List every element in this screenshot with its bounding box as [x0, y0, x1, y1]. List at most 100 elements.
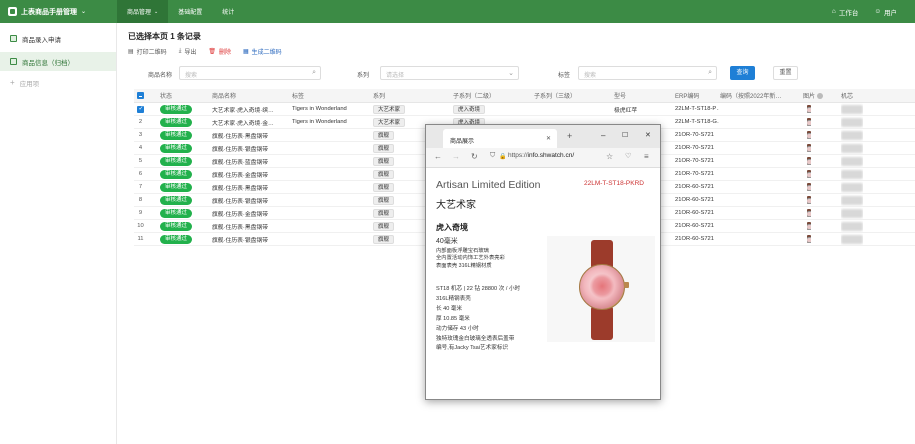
status-badge: 审核通过 [160, 156, 193, 166]
print-qr-button[interactable]: ▤ 打印二维码 [128, 47, 167, 56]
maximize-button[interactable]: ☐ [622, 131, 628, 139]
header-image[interactable]: 图片 [803, 89, 824, 102]
header-model[interactable]: 型号 [614, 89, 626, 102]
header-series[interactable]: 系列 [373, 89, 385, 102]
delete-button[interactable]: 🗑 删除 [208, 47, 231, 56]
status-cell: 审核通过 [160, 233, 193, 245]
image-cell[interactable] [807, 103, 811, 115]
new-tab-button[interactable]: + [567, 131, 572, 141]
topnav-statistics[interactable]: 统计 [212, 0, 244, 23]
info-icon [817, 92, 824, 99]
mechanism-cell [841, 207, 863, 219]
browser-tab[interactable]: 商品展示 ✕ [443, 129, 557, 148]
select-all-checkbox[interactable] [137, 89, 144, 102]
forward-icon[interactable]: → [452, 152, 460, 161]
tag-cell: Tigers in Wonderland [292, 106, 347, 112]
image-cell[interactable] [807, 129, 811, 141]
app-brand[interactable]: 上表商品手册管理 ⌄ [0, 7, 117, 17]
series-tag: 大艺术家 [373, 117, 406, 127]
header-status[interactable]: 状态 [160, 89, 172, 102]
image-cell[interactable] [807, 181, 811, 193]
redacted-value [841, 104, 863, 114]
edition-heading: Artisan Limited Edition [436, 179, 541, 191]
status-badge: 审核通过 [160, 117, 193, 127]
mechanism-cell [841, 103, 863, 115]
minimize-button[interactable]: – [601, 131, 605, 140]
image-cell[interactable] [807, 220, 811, 232]
header-name[interactable]: 商品名称 [212, 89, 236, 102]
image-cell[interactable] [807, 142, 811, 154]
header-sub2[interactable]: 子系列（三级） [534, 89, 576, 102]
filter-tag-label: 标签 [558, 73, 571, 79]
status-badge: 审核通过 [160, 104, 193, 114]
back-icon[interactable]: ← [434, 152, 442, 161]
series-tag: 旗舰 [373, 182, 395, 192]
user-icon: ☺ [874, 8, 881, 15]
user-menu[interactable]: ☺ 用户 [874, 7, 897, 17]
image-cell[interactable] [807, 116, 811, 128]
header-erp[interactable]: ERP编码 [675, 89, 699, 102]
image-cell[interactable] [807, 233, 811, 245]
mechanism-cell [841, 116, 863, 128]
redacted-value [841, 182, 863, 192]
url-field[interactable]: https://info.shwatch.cn/ [508, 152, 598, 164]
star-icon[interactable]: ☆ [606, 152, 613, 161]
generate-qr-button[interactable]: ▦ 生成二维码 [243, 47, 282, 56]
watch-thumbnail-icon [807, 157, 811, 165]
header-code[interactable]: 编码（按照2022年新… [720, 89, 800, 102]
reset-button[interactable]: 重置 [773, 66, 798, 80]
reload-icon[interactable]: ↻ [471, 152, 478, 161]
watch-thumbnail-icon [807, 170, 811, 178]
image-cell[interactable] [807, 155, 811, 167]
erp-cell: 21OR-60-S721 [675, 184, 714, 190]
filter-tag-input[interactable]: 搜索 ⌕ [578, 66, 717, 80]
header-tag[interactable]: 标签 [292, 89, 304, 102]
series-cell: 旗舰 [373, 142, 395, 154]
row-index: 3 [138, 132, 143, 138]
image-cell[interactable] [807, 194, 811, 206]
sidebar-item-product-entry[interactable]: 商品录入申请 [0, 29, 116, 48]
erp-cell: 21OR-70-S721 [675, 171, 714, 177]
header-mechanism[interactable]: 机芯 [841, 89, 853, 102]
product-specs: ST18 机芯 | 22 钻 28800 次 / 小时 316L精钢表壳 长 4… [436, 286, 521, 352]
workspace-link[interactable]: ⌂ 工作台 [832, 7, 858, 17]
query-button[interactable]: 查询 [730, 66, 755, 80]
sidebar-item-product-info[interactable]: 商品信息（归档） [0, 52, 116, 71]
watch-thumbnail-icon [807, 131, 811, 139]
status-cell: 审核通过 [160, 220, 193, 232]
topnav-basic-config[interactable]: 基础配置 [168, 0, 212, 23]
redacted-value [841, 195, 863, 205]
product-watch-image [547, 236, 655, 342]
sidebar-item-add-app[interactable]: + 应用项 [0, 73, 116, 92]
erp-cell: 21OR-70-S721 [675, 145, 714, 151]
filter-series-select[interactable]: 请选择 ⌄ [380, 66, 519, 80]
product-preview-window: 商品展示 ✕ + – ☐ ✕ ← → ↻ ⛉ 🔒 https://info.sh… [425, 124, 661, 400]
topnav-product-management[interactable]: 商品管理 ⌄ [117, 0, 169, 23]
name-cell: 旗舰·住历表·黑盘钢带 [212, 185, 269, 192]
row-index: 11 [137, 236, 144, 242]
table-row[interactable]: 审核通过 大艺术家·虎入奇境·缤… Tigers in Wonderland 大艺术家… [134, 103, 915, 116]
filter-name-input[interactable]: 搜索 ⌕ [179, 66, 321, 80]
row-checkbox[interactable] [137, 103, 144, 115]
mechanism-cell [841, 155, 863, 167]
status-cell: 审核通过 [160, 181, 193, 193]
close-window-button[interactable]: ✕ [645, 131, 651, 139]
series-tag: 旗舰 [373, 234, 395, 244]
image-cell[interactable] [807, 207, 811, 219]
top-bar: 上表商品手册管理 ⌄ 商品管理 ⌄ 基础配置 统计 ⌂ 工作台 ☺ 用户 [0, 0, 915, 23]
plus-icon: + [10, 78, 15, 87]
product-code: 22LM-T-ST18-PKRD [584, 180, 644, 187]
watch-thumbnail-icon [807, 144, 811, 152]
export-button[interactable]: ⤓ 导出 [179, 47, 197, 56]
header-sub1[interactable]: 子系列（二级） [453, 89, 495, 102]
filter-name-label: 商品名称 [148, 73, 173, 79]
image-cell[interactable] [807, 168, 811, 180]
close-tab-icon[interactable]: ✕ [546, 135, 551, 142]
mechanism-cell [841, 233, 863, 245]
menu-icon[interactable]: ≡ [644, 152, 649, 161]
pocket-icon[interactable]: ♡ [625, 152, 631, 160]
name-cell: 旗舰·住历表·金盘钢带 [212, 211, 269, 218]
status-cell: 审核通过 [160, 142, 193, 154]
redacted-value [841, 117, 863, 127]
watch-thumbnail-icon [807, 183, 811, 191]
